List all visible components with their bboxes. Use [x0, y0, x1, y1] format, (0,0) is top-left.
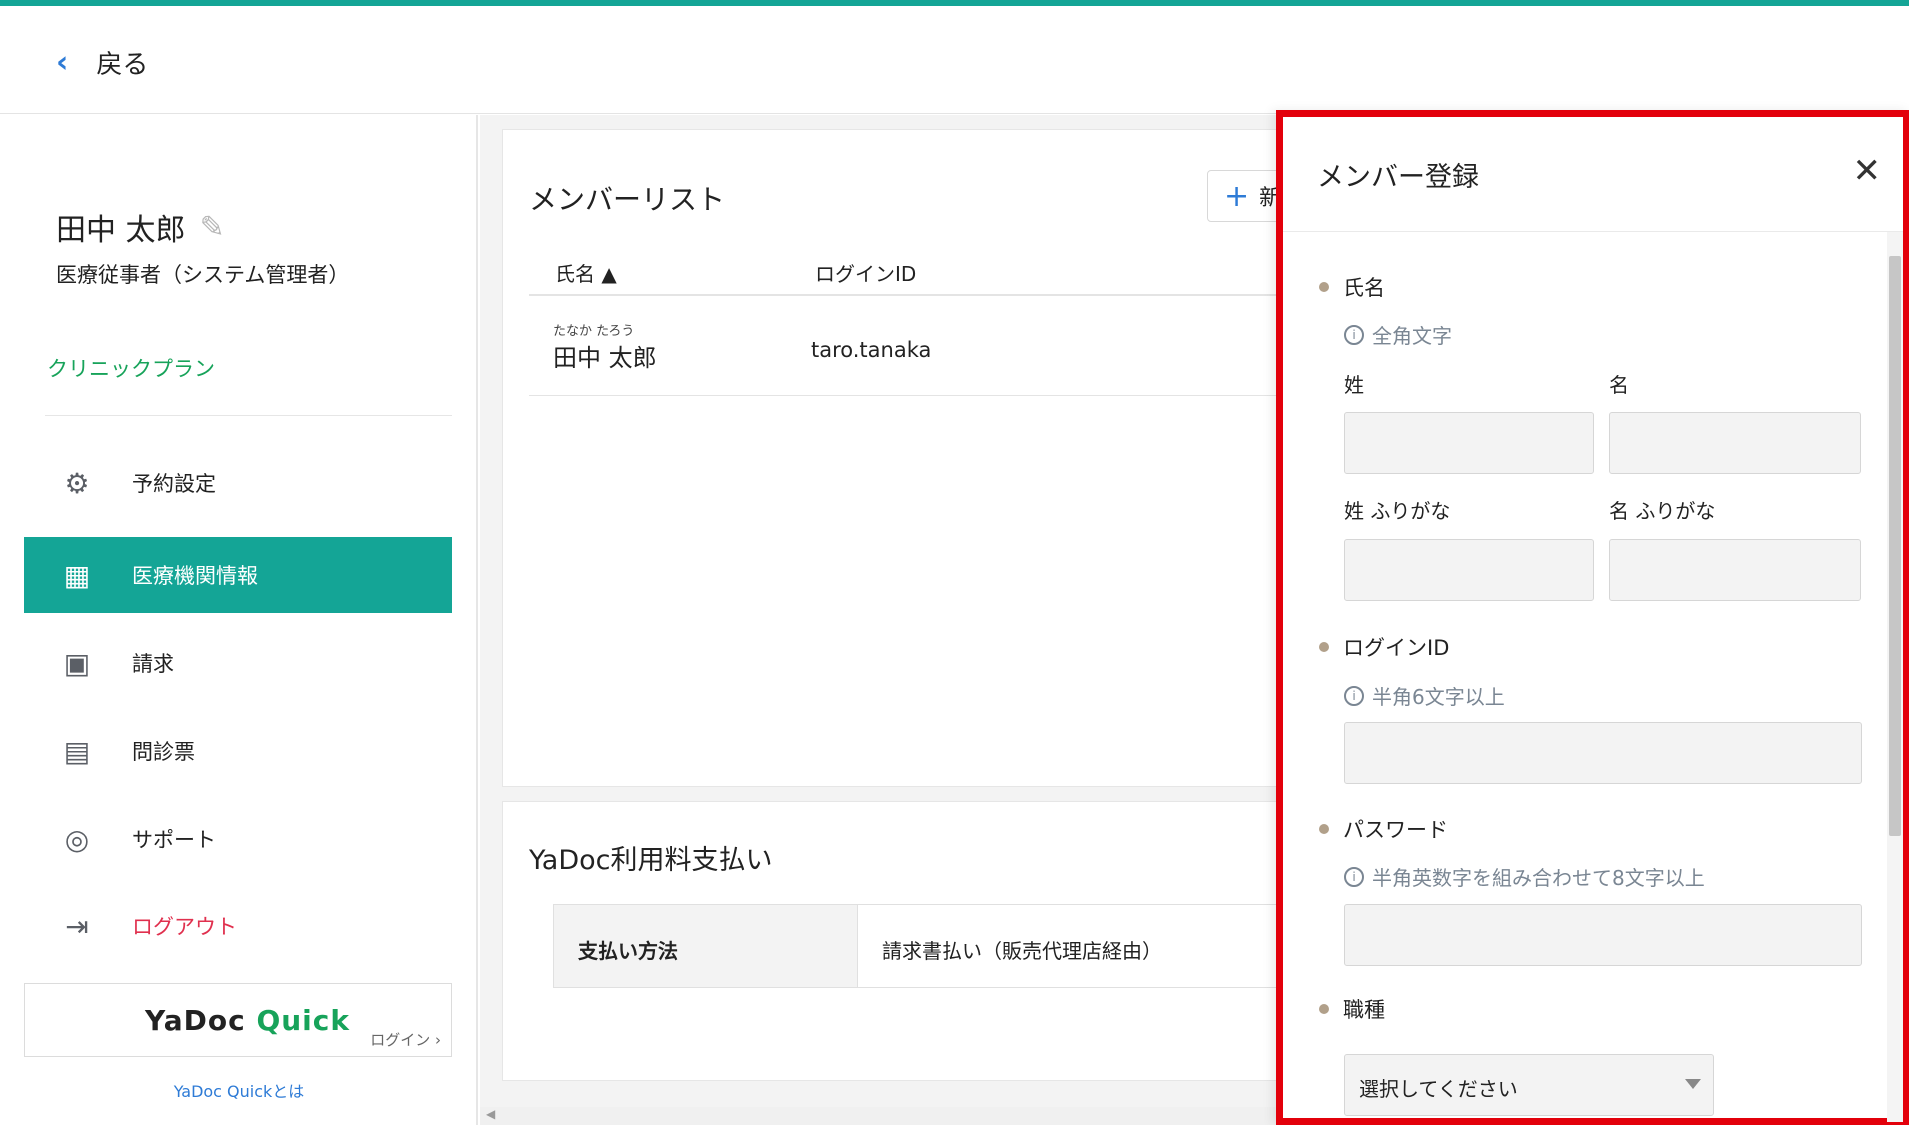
- lifebuoy-icon: ◎: [64, 822, 90, 856]
- building-icon: ▦: [63, 558, 91, 592]
- member-name: 田中 太郎: [553, 344, 657, 372]
- sidebar-divider: [45, 415, 452, 416]
- job-select[interactable]: 選択してください: [1344, 1054, 1714, 1116]
- payment-title: YaDoc利用料支払い: [529, 845, 773, 876]
- user-name-row: 田中 太郎 ✎: [56, 205, 225, 249]
- sidebar-item-questionnaire[interactable]: ▤ 問診票: [24, 713, 452, 789]
- sidebar-item-label: 請求: [132, 652, 174, 676]
- name-ruby: たなか たろう: [553, 324, 635, 339]
- quick-login-link[interactable]: ログイン ›: [370, 1029, 441, 1050]
- panel-header: メンバー登録 ✕: [1283, 117, 1903, 232]
- user-name: 田中 太郎: [56, 213, 186, 248]
- first-name-label: 名: [1609, 373, 1629, 397]
- sidebar-item-label: ログアウト: [132, 915, 237, 939]
- sidebar-item-label: サポート: [132, 828, 216, 852]
- user-role: 医療従事者（システム管理者）: [56, 263, 350, 287]
- column-header-name[interactable]: 氏名 ▲: [555, 258, 617, 287]
- info-icon: i: [1344, 324, 1364, 345]
- bullet-dot: [1319, 1004, 1329, 1014]
- member-login-id: taro.tanaka: [811, 338, 932, 362]
- sidebar-item-label: 医療機関情報: [132, 564, 258, 588]
- password-section-label: パスワード: [1319, 814, 1448, 844]
- back-label: 戻る: [96, 50, 149, 80]
- chevron-left-icon: ‹: [56, 45, 69, 80]
- info-icon: i: [1344, 866, 1364, 887]
- first-kana-input[interactable]: [1609, 539, 1861, 601]
- plus-icon: +: [1224, 178, 1250, 214]
- header: ‹ 戻る: [0, 6, 1909, 114]
- sidebar-item-institution[interactable]: ▦ 医療機関情報: [24, 537, 452, 613]
- panel-title: メンバー登録: [1317, 162, 1479, 193]
- sidebar-item-reservation[interactable]: ⚙ 予約設定: [24, 445, 452, 521]
- info-icon: i: [1344, 685, 1364, 706]
- payment-method-value: 請求書払い（販売代理店経由）: [882, 939, 1162, 963]
- bullet-dot: [1319, 282, 1329, 292]
- pencil-icon[interactable]: ✎: [200, 210, 225, 245]
- scroll-left-icon[interactable]: ◀: [486, 1107, 495, 1121]
- name-section-label: 氏名: [1319, 272, 1385, 302]
- sidebar-item-billing[interactable]: ▣ 請求: [24, 625, 452, 701]
- yadoc-quick-banner[interactable]: YaDoc Quick ログイン ›: [24, 983, 452, 1057]
- sidebar-item-logout[interactable]: ⇥ ログアウト: [24, 888, 452, 964]
- column-header-login-id: ログインID: [815, 262, 917, 286]
- login-id-input[interactable]: [1344, 722, 1862, 784]
- payment-method-label: 支払い方法: [554, 905, 858, 987]
- chevron-down-icon: [1685, 1079, 1701, 1089]
- bullet-dot: [1319, 824, 1329, 834]
- panel-scrollbar[interactable]: [1887, 232, 1903, 1122]
- billing-icon: ▣: [63, 646, 91, 680]
- last-kana-label: 姓 ふりがな: [1344, 499, 1451, 523]
- gear-icon: ⚙: [64, 466, 90, 500]
- job-section-label: 職種: [1319, 994, 1385, 1024]
- sidebar-item-label: 予約設定: [132, 472, 216, 496]
- clipboard-icon: ▤: [63, 734, 91, 768]
- close-icon[interactable]: ✕: [1853, 151, 1882, 191]
- last-name-input[interactable]: [1344, 412, 1594, 474]
- first-name-input[interactable]: [1609, 412, 1861, 474]
- member-list-title: メンバーリスト: [529, 183, 726, 216]
- sidebar: 田中 太郎 ✎ 医療従事者（システム管理者） クリニックプラン ⚙ 予約設定 ▦…: [0, 115, 478, 1125]
- member-registration-panel: メンバー登録 ✕ 氏名 i 全角文字 姓 名 姓 ふりがな 名 ふりがな ログイ…: [1276, 110, 1909, 1125]
- back-button[interactable]: ‹ 戻る: [56, 44, 148, 81]
- logout-icon: ⇥: [65, 909, 89, 943]
- last-name-label: 姓: [1344, 373, 1364, 397]
- yadoc-quick-logo: YaDoc Quick: [145, 1004, 350, 1037]
- scrollbar-thumb[interactable]: [1889, 256, 1901, 836]
- name-hint: i 全角文字: [1344, 320, 1452, 349]
- sidebar-item-support[interactable]: ◎ サポート: [24, 801, 452, 877]
- sidebar-item-label: 問診票: [132, 740, 195, 764]
- password-hint: i 半角英数字を組み合わせて8文字以上: [1344, 862, 1705, 891]
- password-input[interactable]: [1344, 904, 1862, 966]
- login-id-hint: i 半角6文字以上: [1344, 681, 1505, 710]
- plan-label: クリニックプラン: [47, 357, 215, 381]
- bullet-dot: [1319, 642, 1329, 652]
- login-id-section-label: ログインID: [1319, 632, 1449, 662]
- last-kana-input[interactable]: [1344, 539, 1594, 601]
- job-select-value: 選択してください: [1359, 1077, 1518, 1101]
- quick-about-link[interactable]: YaDoc Quickとは: [0, 1078, 478, 1102]
- first-kana-label: 名 ふりがな: [1609, 499, 1716, 523]
